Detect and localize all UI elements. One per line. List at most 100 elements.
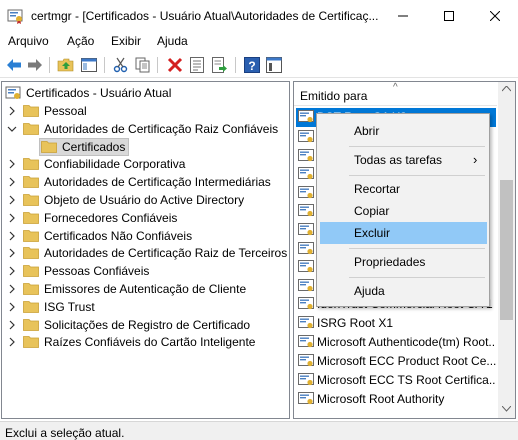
svg-text:?: ? bbox=[248, 59, 255, 73]
copy-icon[interactable] bbox=[134, 56, 152, 74]
tree-item-label: Pessoal bbox=[44, 104, 87, 118]
certificate-row[interactable]: Microsoft ECC TS Root Certifica... bbox=[296, 371, 496, 390]
tree-item[interactable]: Pessoas Confiáveis bbox=[2, 262, 289, 280]
folder-icon bbox=[23, 247, 39, 260]
context-menu: Abrir Todas as tarefas › Recortar Copiar… bbox=[316, 113, 490, 307]
chevron-right-icon[interactable] bbox=[7, 337, 17, 347]
chevron-right-icon[interactable] bbox=[7, 177, 17, 187]
menu-exibir[interactable]: Exibir bbox=[111, 34, 141, 48]
tree-item[interactable]: Certificados Não Confiáveis bbox=[2, 227, 289, 245]
tree-item[interactable]: Objeto de Usuário do Active Directory bbox=[2, 191, 289, 209]
ctx-item-copiar[interactable]: Copiar bbox=[320, 200, 487, 222]
chevron-right-icon[interactable] bbox=[7, 213, 17, 223]
certificate-row[interactable]: Microsoft ECC Product Root Ce... bbox=[296, 352, 496, 371]
delete-icon[interactable] bbox=[166, 56, 184, 74]
certificate-icon[interactable] bbox=[298, 278, 314, 293]
menu-arquivo[interactable]: Arquivo bbox=[8, 34, 49, 48]
certificate-row-label: Microsoft ECC TS Root Certifica... bbox=[317, 373, 496, 387]
export-icon[interactable] bbox=[210, 56, 228, 74]
chevron-right-icon[interactable] bbox=[7, 231, 17, 241]
folder-icon bbox=[23, 318, 39, 331]
certificate-icon[interactable] bbox=[298, 167, 314, 181]
minimize-button[interactable] bbox=[380, 0, 426, 31]
tree-item[interactable]: Autoridades de Certificação Intermediári… bbox=[2, 173, 289, 191]
chevron-down-icon[interactable] bbox=[7, 124, 17, 134]
cut-icon[interactable] bbox=[112, 56, 130, 74]
console-icon[interactable] bbox=[265, 56, 283, 74]
tree-item[interactable]: Confiabilidade Corporativa bbox=[2, 155, 289, 173]
tree-item[interactable]: Fornecedores Confiáveis bbox=[2, 209, 289, 227]
folder-icon bbox=[23, 158, 39, 171]
tree-item[interactable]: Certificados bbox=[2, 137, 289, 156]
show-hide-tree-icon[interactable] bbox=[80, 56, 98, 74]
maximize-button[interactable] bbox=[426, 0, 472, 31]
menu-bar: Arquivo Ação Exibir Ajuda bbox=[0, 31, 518, 51]
certificate-row[interactable]: Microsoft Authenticode(tm) Root... bbox=[296, 333, 496, 352]
certificate-icon[interactable] bbox=[298, 185, 314, 200]
toolbar-separator bbox=[104, 57, 105, 73]
certificate-icon[interactable] bbox=[298, 223, 314, 237]
tree-item[interactable]: Raízes Confiáveis do Cartão Inteligente bbox=[2, 333, 289, 351]
toolbar-separator bbox=[49, 57, 50, 73]
close-button[interactable] bbox=[472, 0, 518, 31]
column-header-issued-to[interactable]: Emitido para ^ bbox=[294, 82, 497, 106]
ctx-separator bbox=[349, 175, 485, 176]
tree-item-label: Autoridades de Certificação Raiz de Terc… bbox=[44, 246, 288, 261]
properties-icon[interactable] bbox=[188, 56, 206, 74]
ctx-item-todas-as-tarefas[interactable]: Todas as tarefas › bbox=[320, 149, 487, 171]
help-icon[interactable]: ? bbox=[243, 56, 261, 74]
menu-ajuda[interactable]: Ajuda bbox=[157, 34, 188, 48]
tree-item-label: Certificados bbox=[62, 139, 126, 154]
status-text: Exclui a seleção atual. bbox=[5, 426, 125, 440]
certmgr-app-icon bbox=[7, 9, 23, 24]
tree-item-label: Certificados Não Confiáveis bbox=[44, 228, 193, 243]
chevron-right-icon[interactable] bbox=[7, 195, 17, 205]
sort-ascending-icon: ^ bbox=[393, 82, 398, 93]
tree-item-label: Confiabilidade Corporativa bbox=[44, 157, 186, 172]
certificate-icon[interactable] bbox=[298, 204, 314, 218]
minimize-icon bbox=[398, 15, 408, 16]
scroll-down-arrow-icon[interactable] bbox=[502, 406, 511, 412]
tree-item[interactable]: Autoridades de Certificação Raiz Confiáv… bbox=[2, 120, 289, 138]
certificate-icon[interactable] bbox=[298, 260, 314, 274]
list-vertical-scrollbar[interactable] bbox=[498, 82, 515, 418]
back-icon[interactable] bbox=[5, 56, 23, 74]
tree-item[interactable]: Pessoal bbox=[2, 102, 289, 120]
chevron-right-icon[interactable] bbox=[7, 284, 17, 294]
chevron-right-icon[interactable] bbox=[7, 266, 17, 276]
ctx-item-abrir[interactable]: Abrir bbox=[320, 120, 487, 142]
tree-item[interactable]: Solicitações de Registro de Certificado bbox=[2, 316, 289, 334]
ctx-item-excluir[interactable]: Excluir bbox=[320, 222, 487, 244]
certificate-icon[interactable] bbox=[298, 130, 314, 144]
tree-item[interactable]: ISG Trust bbox=[2, 298, 289, 316]
scroll-up-arrow-icon[interactable] bbox=[502, 86, 511, 92]
chevron-right-icon[interactable] bbox=[7, 159, 17, 169]
certificate-icon[interactable] bbox=[298, 241, 314, 256]
tree-root[interactable]: Certificados - Usuário Atual bbox=[2, 84, 289, 102]
folder-icon bbox=[23, 300, 39, 313]
chevron-right-icon[interactable] bbox=[7, 248, 17, 258]
chevron-right-icon[interactable] bbox=[7, 106, 17, 116]
scrollbar-thumb[interactable] bbox=[500, 180, 513, 320]
certificate-icon[interactable] bbox=[298, 148, 314, 163]
certificate-row[interactable]: ISRG Root X1 bbox=[296, 314, 496, 333]
menu-acao[interactable]: Ação bbox=[67, 34, 94, 48]
tree-item[interactable]: Autoridades de Certificação Raiz de Terc… bbox=[2, 244, 289, 262]
tree-item-label: Fornecedores Confiáveis bbox=[44, 210, 178, 225]
chevron-right-icon[interactable] bbox=[7, 320, 17, 330]
certificate-icon bbox=[298, 110, 314, 123]
ctx-item-ajuda[interactable]: Ajuda bbox=[320, 280, 487, 302]
tree-pane[interactable]: Certificados - Usuário Atual Pessoal Auto… bbox=[1, 81, 290, 419]
close-icon bbox=[490, 10, 500, 21]
tree-item-label: Autoridades de Certificação Raiz Confiáv… bbox=[44, 121, 279, 136]
up-folder-icon[interactable] bbox=[57, 56, 75, 74]
folder-icon bbox=[23, 211, 39, 224]
toolbar-separator bbox=[157, 57, 158, 73]
ctx-item-recortar[interactable]: Recortar bbox=[320, 178, 487, 200]
tree-item[interactable]: Emissores de Autenticação de Cliente bbox=[2, 280, 289, 298]
forward-icon[interactable] bbox=[26, 56, 44, 74]
chevron-right-icon[interactable] bbox=[7, 302, 17, 312]
maximize-icon bbox=[444, 10, 454, 21]
ctx-item-propriedades[interactable]: Propriedades bbox=[320, 251, 487, 273]
certificate-row[interactable]: Microsoft Root Authority bbox=[296, 390, 496, 409]
